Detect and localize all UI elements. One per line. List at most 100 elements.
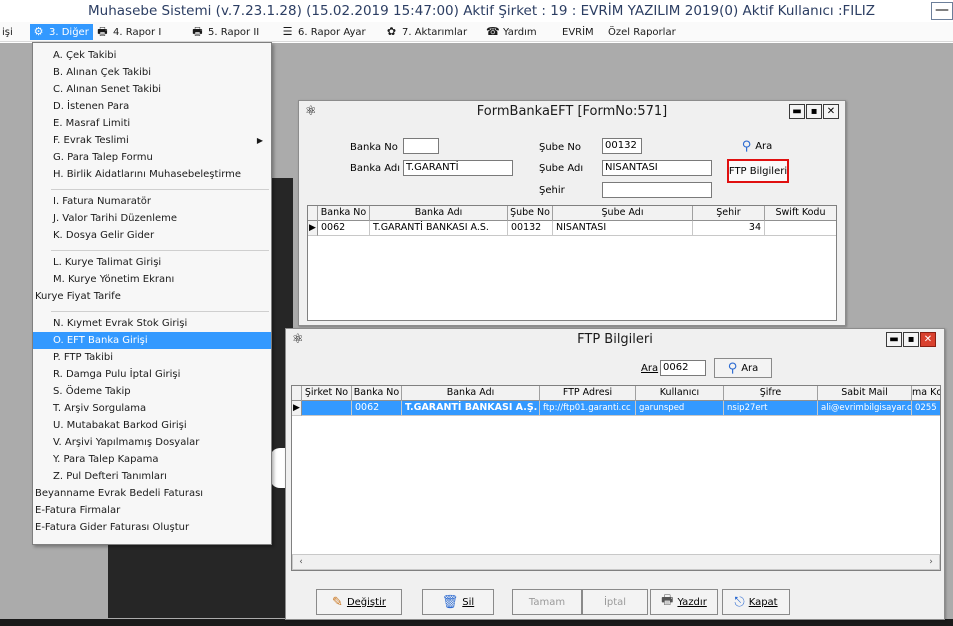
printer-icon: 🖶: [661, 593, 674, 608]
window-title: Muhasebe Sistemi (v.7.23.1.28) (15.02.20…: [88, 3, 875, 19]
ftp-bilgileri-window: ⚛ FTP Bilgileri ▬ ▪ ✕ Ara 0062 ⚲ Ara Şir…: [285, 328, 945, 620]
maximize-icon[interactable]: ▪: [903, 332, 919, 347]
menu-item-evrak-teslimi[interactable]: F. Evrak Teslimi ▶: [33, 132, 271, 149]
kapat-button[interactable]: ⎋ Kapat: [722, 589, 790, 615]
menu-item-kiymet-evrak[interactable]: N. Kıymet Evrak Stok Girişi: [33, 315, 271, 332]
ftp-grid-header: Şirket No Banka No Banka Adı FTP Adresi …: [292, 386, 940, 401]
minimize-icon[interactable]: ▬: [886, 332, 902, 347]
ara-input[interactable]: 0062: [660, 360, 706, 376]
menu-item-dosya-gelir-gider[interactable]: K. Dosya Gelir Gider: [33, 227, 271, 244]
menu-separator: [51, 189, 269, 190]
menu-item-istenen-para[interactable]: D. İstenen Para: [33, 98, 271, 115]
maximize-icon[interactable]: ▪: [806, 104, 822, 119]
scroll-left-icon[interactable]: ‹: [293, 555, 309, 569]
sube-no-input[interactable]: 00132: [602, 138, 642, 154]
scroll-right-icon[interactable]: ›: [923, 555, 939, 569]
menu-item-evrim[interactable]: EVRİM: [562, 24, 594, 40]
menu-item-fatura-numarator[interactable]: I. Fatura Numaratör: [33, 193, 271, 210]
menu-item-para-talep-kapama[interactable]: Y. Para Talep Kapama: [33, 451, 271, 468]
menu-item-mutabakat-barkod[interactable]: U. Mutabakat Barkod Girişi: [33, 417, 271, 434]
sube-adi-label: Şube Adı: [539, 163, 584, 174]
bottom-strip: [0, 619, 953, 626]
minimize-button[interactable]: —: [931, 2, 953, 20]
menu-item-beyanname[interactable]: Beyanname Evrak Bedeli Faturası: [33, 485, 271, 502]
column-header[interactable]: Banka No: [318, 206, 370, 221]
menu-item-pul-defteri[interactable]: Z. Pul Defteri Tanımları: [33, 468, 271, 485]
help-icon: ☎: [486, 25, 500, 38]
yazdir-button[interactable]: 🖶 Yazdır: [650, 589, 718, 615]
menu-item-diger[interactable]: ⚙ 3. Diğer: [30, 24, 93, 40]
sil-button[interactable]: 🗑 Sil: [422, 589, 494, 615]
ftp-bilgileri-button[interactable]: FTP Bilgileri: [727, 159, 789, 183]
pencil-icon: ✎: [332, 594, 343, 610]
ftp-ara-button[interactable]: ⚲ Ara: [714, 358, 772, 378]
search-icon: ⚲: [727, 360, 738, 376]
sube-no-label: Şube No: [539, 142, 581, 153]
minimize-icon[interactable]: ▬: [789, 104, 805, 119]
column-header[interactable]: Banka Adı: [402, 386, 540, 401]
menu-item-arsiv-sorgulama[interactable]: T. Arşiv Sorgulama: [33, 400, 271, 417]
menu-item-kurye-yonetim[interactable]: M. Kurye Yönetim Ekranı: [33, 271, 271, 288]
table-row[interactable]: ▶ 0062 T.GARANTİ BANKASI A.Ş. ftp://ftp0…: [292, 401, 940, 416]
menu-item-valor-tarihi[interactable]: J. Valor Tarihi Düzenleme: [33, 210, 271, 227]
banka-adi-label: Banka Adı: [350, 163, 401, 174]
menu-item-damga-pulu[interactable]: R. Damga Pulu İptal Girişi: [33, 366, 271, 383]
menu-item-kurye-talimat[interactable]: L. Kurye Talimat Girişi: [33, 254, 271, 271]
menu-item-prev[interactable]: işi: [2, 24, 13, 40]
banka-grid-header: Banka No Banka Adı Şube No Şube Adı Şehi…: [308, 206, 836, 221]
ara-button[interactable]: ⚲ Ara: [727, 135, 787, 157]
column-header[interactable]: Şube Adı: [553, 206, 693, 221]
close-icon[interactable]: ✕: [920, 332, 936, 347]
menu-item-arsivi-yapilmamis[interactable]: V. Arşivi Yapılmamış Dosyalar: [33, 434, 271, 451]
banka-adi-input[interactable]: T.GARANTİ: [403, 160, 513, 176]
column-header[interactable]: FTP Adresi: [540, 386, 636, 401]
menu-item-masraf-limiti[interactable]: E. Masraf Limiti: [33, 115, 271, 132]
menu-item-yardim[interactable]: ☎ Yardım: [486, 24, 537, 40]
menu-item-birlik-aidatlari[interactable]: H. Birlik Aidatlarını Muhasebeleştirme: [33, 166, 271, 183]
sehir-input[interactable]: [602, 182, 712, 198]
table-row[interactable]: ▶ 0062 T.GARANTİ BANKASI A.S. 00132 NISA…: [308, 221, 836, 236]
menu-item-kurye-fiyat[interactable]: Kurye Fiyat Tarife: [33, 288, 271, 305]
menu-item-ftp-takibi[interactable]: P. FTP Takibi: [33, 349, 271, 366]
column-header[interactable]: Şifre: [724, 386, 818, 401]
tamam-button[interactable]: Tamam: [512, 589, 582, 615]
column-header[interactable]: Şehir: [693, 206, 765, 221]
menu-item-odeme-takip[interactable]: S. Ödeme Takip: [33, 383, 271, 400]
column-header[interactable]: Kullanıcı: [636, 386, 724, 401]
sube-adi-input[interactable]: NISANTASI: [602, 160, 712, 176]
menu-separator: [51, 311, 269, 312]
banka-no-label: Banka No: [350, 142, 398, 153]
menu-item-rapor-ayar[interactable]: ☰ 6. Rapor Ayar: [281, 24, 366, 40]
row-indicator-icon: ▶: [292, 401, 302, 416]
column-header[interactable]: Banka No: [352, 386, 402, 401]
menu-item-ozel-raporlar[interactable]: Özel Raporlar: [608, 24, 676, 40]
search-icon: ⚲: [741, 138, 752, 154]
menu-item-rapor-1[interactable]: 🖶 4. Rapor I: [96, 24, 161, 40]
menu-item-efatura-firmalar[interactable]: E-Fatura Firmalar: [33, 502, 271, 519]
submenu-arrow-icon: ▶: [256, 136, 263, 145]
column-header[interactable]: Şube No: [508, 206, 553, 221]
menu-item-rapor-2[interactable]: 🖶 5. Rapor II: [191, 24, 259, 40]
column-header[interactable]: Sabit Mail: [818, 386, 912, 401]
banka-grid: Banka No Banka Adı Şube No Şube Adı Şehi…: [307, 205, 837, 321]
menu-item-efatura-gider[interactable]: E-Fatura Gider Faturası Oluştur: [33, 519, 271, 536]
menu-item-alinan-cek-takibi[interactable]: B. Alınan Çek Takibi: [33, 64, 271, 81]
column-header[interactable]: Swift Kodu: [765, 206, 836, 221]
trash-icon: 🗑: [441, 594, 459, 610]
column-header[interactable]: ma Kc: [912, 386, 940, 401]
menu-item-cek-takibi[interactable]: A. Çek Takibi: [33, 47, 271, 64]
menu-item-aktarimlar[interactable]: ✿ 7. Aktarımlar: [385, 24, 467, 40]
transfer-icon: ✿: [386, 25, 397, 38]
column-header[interactable]: Şirket No: [302, 386, 352, 401]
iptal-button[interactable]: İptal: [582, 589, 648, 615]
close-icon[interactable]: ✕: [823, 104, 839, 119]
banka-no-input[interactable]: [403, 138, 439, 154]
menu-item-eft-banka-girisi[interactable]: O. EFT Banka Girişi: [33, 332, 271, 349]
menu-separator: [51, 250, 269, 251]
menu-item-para-talep-formu[interactable]: G. Para Talep Formu: [33, 149, 271, 166]
menu-item-alinan-senet-takibi[interactable]: C. Alınan Senet Takibi: [33, 81, 271, 98]
column-header[interactable]: Banka Adı: [370, 206, 508, 221]
degistir-button[interactable]: ✎ Değiştir: [316, 589, 402, 615]
horizontal-scrollbar[interactable]: ‹ ›: [292, 554, 940, 570]
exit-icon: ⎋: [734, 594, 745, 610]
